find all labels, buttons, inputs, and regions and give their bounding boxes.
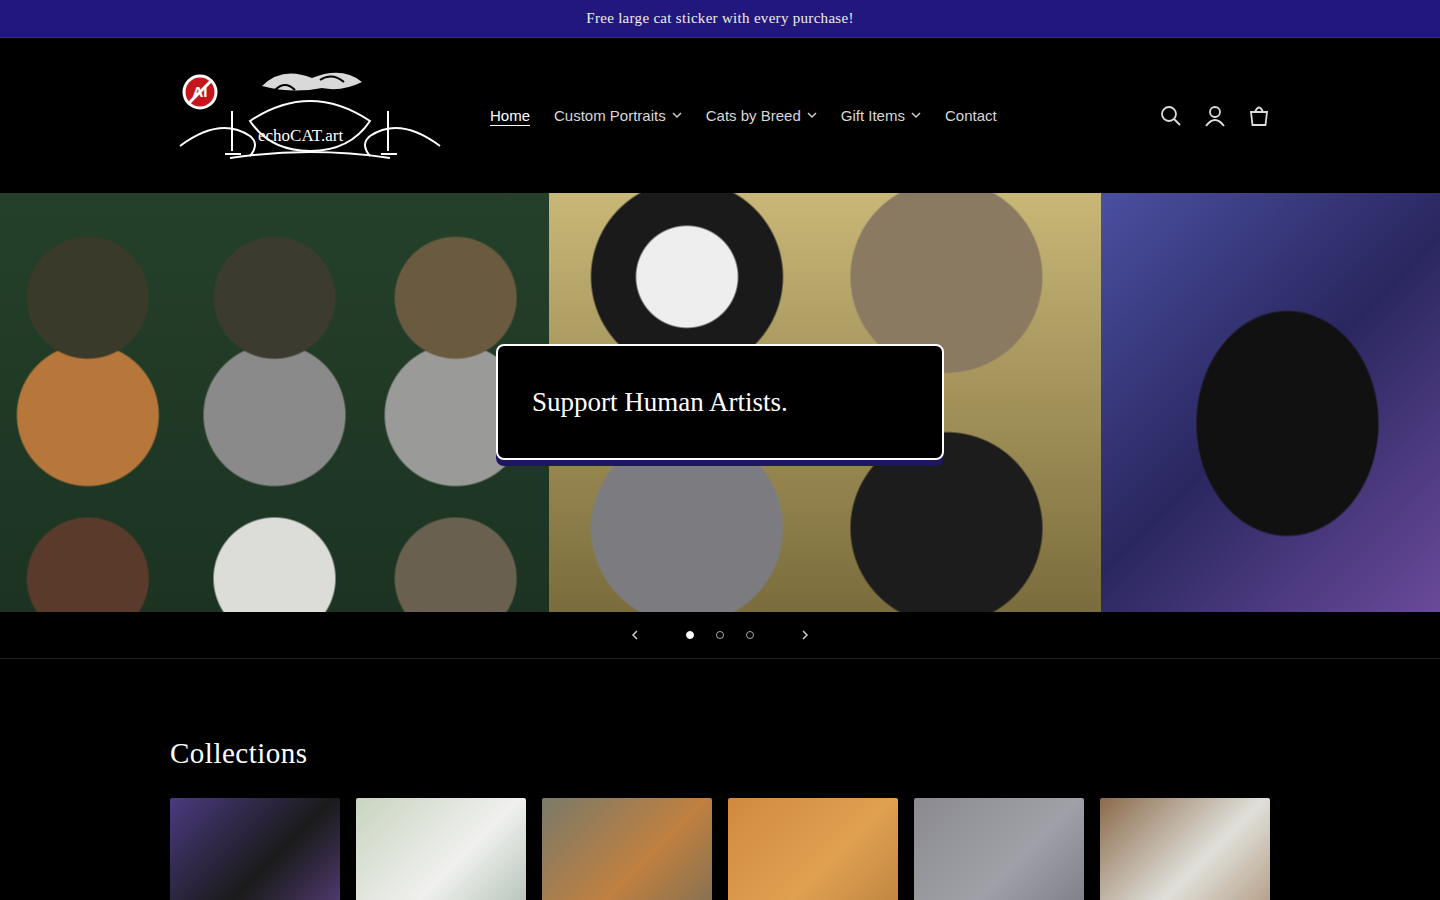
header: AI echoCAT.art HomeCustom PortraitsCats by… — [0, 38, 1440, 193]
collection-card[interactable] — [170, 798, 340, 900]
main-nav: HomeCustom PortraitsCats by BreedGift It… — [478, 99, 1009, 132]
slide-dot[interactable] — [735, 620, 765, 650]
search-button[interactable] — [1156, 101, 1186, 131]
slide-image — [0, 193, 549, 612]
collection-card[interactable] — [542, 798, 712, 900]
cart-button[interactable] — [1244, 101, 1274, 131]
nav-item[interactable]: Contact — [933, 99, 1009, 132]
announcement-text: Free large cat sticker with every purcha… — [586, 10, 854, 27]
logo[interactable]: AI echoCAT.art — [170, 66, 450, 166]
collections-section: Collections — [0, 659, 1440, 900]
announcement-bar: Free large cat sticker with every purcha… — [0, 0, 1440, 38]
slide-image — [1101, 193, 1440, 612]
chevron-down-icon — [807, 112, 817, 119]
chevron-down-icon — [911, 112, 921, 119]
slide-dots — [675, 620, 765, 650]
logo-text: echoCAT.art — [258, 126, 343, 146]
slide-caption: Support Human Artists. — [496, 344, 944, 460]
collection-card[interactable] — [914, 798, 1084, 900]
nav-item[interactable]: Gift Items — [829, 99, 933, 132]
cart-icon — [1248, 105, 1270, 127]
slideshow-controls — [0, 612, 1440, 659]
chevron-right-icon — [801, 630, 809, 640]
slideshow: Support Human Artists. — [0, 193, 1440, 612]
chevron-down-icon — [672, 112, 682, 119]
previous-slide-button[interactable] — [613, 620, 657, 650]
nav-item[interactable]: Home — [478, 99, 542, 132]
account-button[interactable] — [1200, 101, 1230, 131]
nav-item[interactable]: Cats by Breed — [694, 99, 829, 132]
header-icons — [1156, 101, 1274, 131]
collection-card[interactable] — [728, 798, 898, 900]
collections-title: Collections — [170, 737, 1270, 770]
slide-dot[interactable] — [705, 620, 735, 650]
account-icon — [1204, 105, 1226, 127]
logo-badge: AI — [184, 76, 216, 108]
search-icon — [1160, 105, 1182, 127]
collection-grid — [170, 798, 1270, 900]
nav-item[interactable]: Custom Portraits — [542, 99, 694, 132]
collection-card[interactable] — [1100, 798, 1270, 900]
collection-card[interactable] — [356, 798, 526, 900]
slide-dot[interactable] — [675, 620, 705, 650]
next-slide-button[interactable] — [783, 620, 827, 650]
chevron-left-icon — [631, 630, 639, 640]
